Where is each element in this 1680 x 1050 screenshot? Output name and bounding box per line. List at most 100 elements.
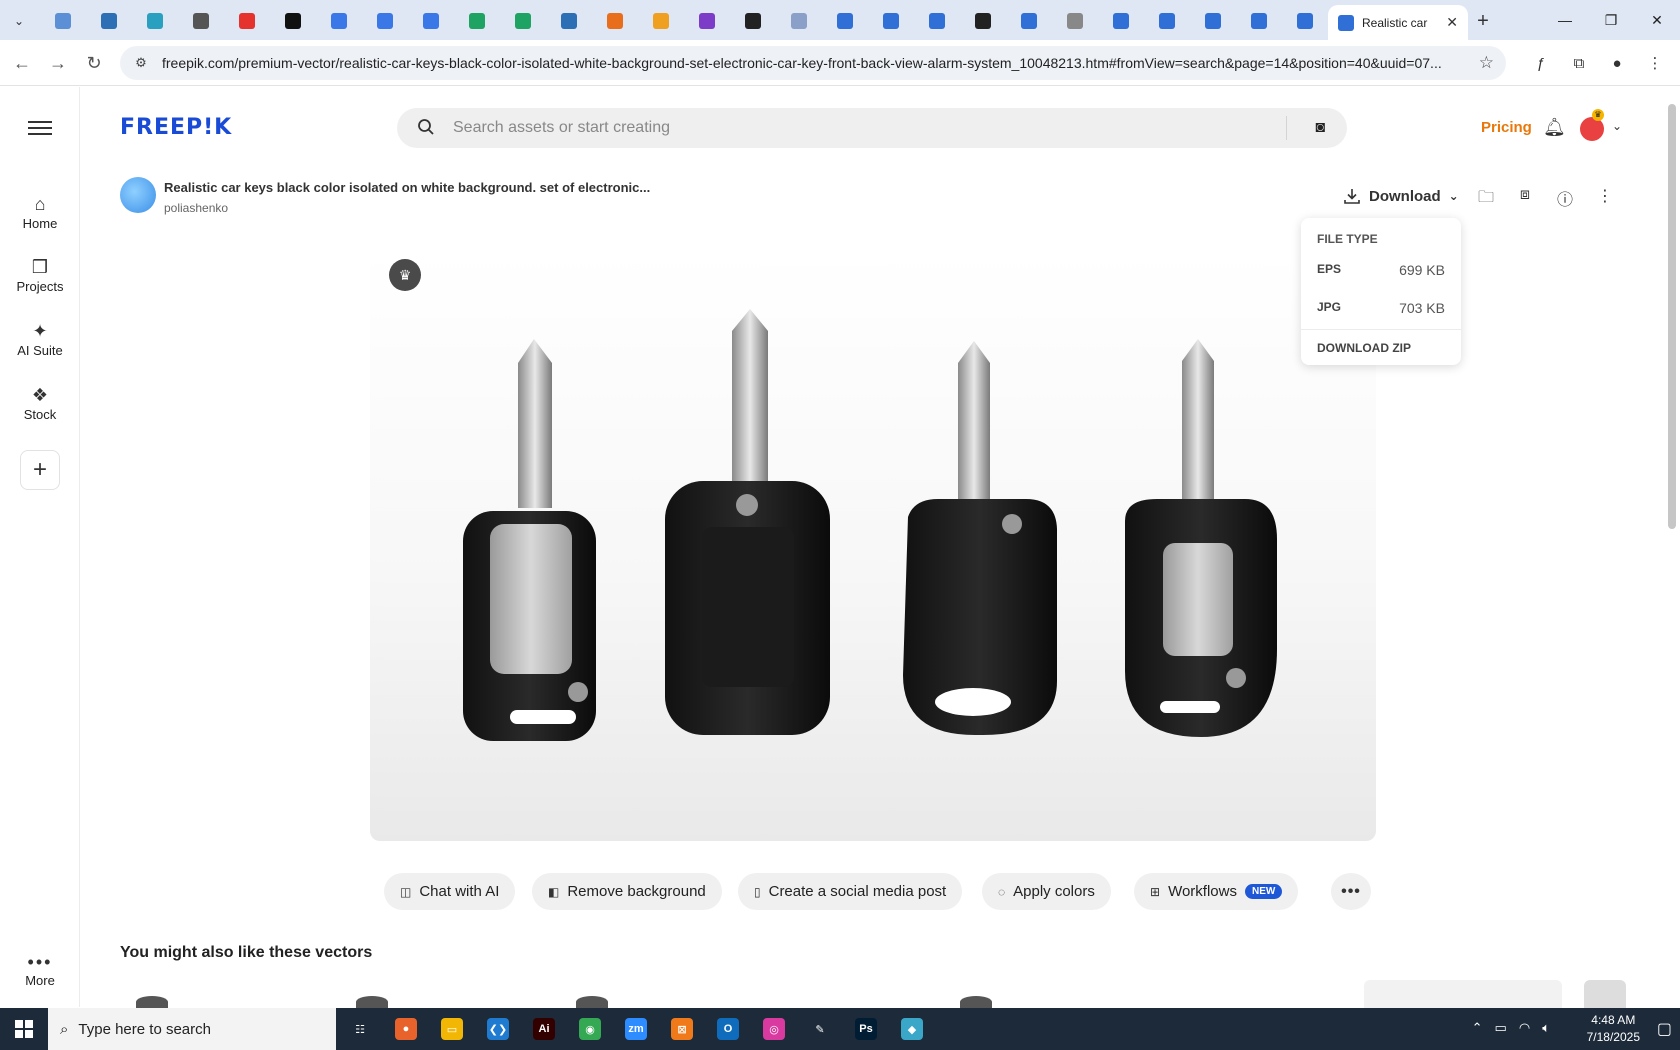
browser-tab[interactable] <box>776 5 822 37</box>
search-bar[interactable]: Search assets or start creating ◙ <box>397 108 1347 148</box>
add-button[interactable]: + <box>20 450 60 490</box>
browser-tab[interactable] <box>1144 5 1190 37</box>
close-tab-icon[interactable]: ✕ <box>1446 14 1458 31</box>
taskbar-app-xampp[interactable]: ⊠ <box>664 1012 700 1046</box>
browser-tab[interactable] <box>546 5 592 37</box>
browser-tab[interactable] <box>500 5 546 37</box>
browser-tab[interactable] <box>1006 5 1052 37</box>
search-input[interactable]: Search assets or start creating <box>453 119 670 137</box>
collection-icon[interactable]: ⧈ <box>1512 186 1538 208</box>
start-button[interactable] <box>0 1008 48 1050</box>
profile-icon[interactable]: ● <box>1602 49 1632 77</box>
taskbar-app-creative-cloud[interactable]: ◎ <box>756 1012 792 1046</box>
new-tab-button[interactable]: + <box>1468 5 1498 37</box>
bookmark-star-icon[interactable]: ☆ <box>1479 53 1494 73</box>
network-icon[interactable]: ▭ <box>1495 1020 1507 1036</box>
taskbar-app-outlook[interactable]: O <box>710 1012 746 1046</box>
minimize-icon[interactable]: — <box>1542 0 1588 40</box>
rail-item-ai-suite[interactable]: ✦ AI Suite <box>0 319 80 358</box>
rail-item-more[interactable]: ••• More <box>0 952 80 988</box>
taskbar-app-task-view[interactable]: ☷ <box>342 1012 378 1046</box>
browser-tab[interactable] <box>86 5 132 37</box>
download-eps-option[interactable]: EPS 699 KB <box>1317 262 1445 282</box>
asset-preview-image[interactable] <box>370 251 1376 841</box>
puzzle-icon[interactable]: ⧉ <box>1564 49 1594 77</box>
remove-background-button[interactable]: ◧ Remove background <box>532 873 722 910</box>
taskbar-app-zoom[interactable]: zm <box>618 1012 654 1046</box>
browser-tab[interactable] <box>868 5 914 37</box>
download-zip-option[interactable]: DOWNLOAD ZIP <box>1317 341 1411 355</box>
taskbar-app-pen-tool[interactable]: ✎ <box>802 1012 838 1046</box>
hamburger-menu-icon[interactable] <box>28 117 52 139</box>
download-button[interactable]: Download ⌄ <box>1343 187 1459 205</box>
rail-item-projects[interactable]: ❒ Projects <box>0 255 80 294</box>
clock[interactable]: 4:48 AM 7/18/2025 <box>1587 1012 1640 1046</box>
browser-tab[interactable] <box>1052 5 1098 37</box>
browser-tab[interactable] <box>638 5 684 37</box>
back-arrow-icon[interactable]: ← <box>8 49 36 77</box>
taskbar-app-app-diamond[interactable]: ◆ <box>894 1012 930 1046</box>
browser-tab[interactable] <box>592 5 638 37</box>
social-media-post-button[interactable]: ▯ Create a social media post <box>738 873 963 910</box>
bell-icon[interactable]: 🔔︎ <box>1543 117 1566 138</box>
browser-tab[interactable] <box>960 5 1006 37</box>
browser-tab[interactable] <box>1190 5 1236 37</box>
chat-with-ai-button[interactable]: ◫ Chat with AI <box>384 873 516 910</box>
browser-tab[interactable] <box>1282 5 1328 37</box>
user-avatar[interactable] <box>1580 117 1604 141</box>
taskbar-app-illustrator[interactable]: Ai <box>526 1012 562 1046</box>
camera-icon[interactable]: ◙ <box>1315 119 1325 137</box>
download-jpg-option[interactable]: JPG 703 KB <box>1317 300 1445 320</box>
more-actions-button[interactable]: ••• <box>1331 873 1371 910</box>
browser-tab[interactable] <box>1098 5 1144 37</box>
related-thumb[interactable] <box>1584 980 1626 1010</box>
reload-icon[interactable]: ↻ <box>80 49 108 77</box>
browser-tab[interactable] <box>132 5 178 37</box>
kebab-menu-icon[interactable]: ⋮ <box>1640 49 1670 77</box>
apply-colors-button[interactable]: ◌ Apply colors <box>982 873 1111 910</box>
browser-tab[interactable] <box>684 5 730 37</box>
pricing-link[interactable]: Pricing <box>1481 119 1532 136</box>
chevron-down-icon[interactable]: ⌄ <box>1612 119 1622 133</box>
taskbar-app-file-explorer[interactable]: ▭ <box>434 1012 470 1046</box>
browser-tab[interactable] <box>454 5 500 37</box>
freepik-logo[interactable]: FREEP!K <box>120 115 232 140</box>
close-window-icon[interactable]: ✕ <box>1634 0 1680 40</box>
author-name[interactable]: poliashenko <box>164 201 228 215</box>
site-info-icon[interactable]: ⚙ <box>132 54 150 72</box>
folder-add-icon[interactable]: 🗀︎ <box>1473 186 1499 208</box>
wifi-icon[interactable]: ◠ <box>1519 1020 1530 1036</box>
browser-tab[interactable] <box>914 5 960 37</box>
browser-tab[interactable] <box>270 5 316 37</box>
browser-tab[interactable] <box>316 5 362 37</box>
restore-icon[interactable]: ❐ <box>1588 0 1634 40</box>
rail-item-stock[interactable]: ❖ Stock <box>0 383 80 422</box>
taskbar-search-input[interactable]: Type here to search <box>78 1021 211 1038</box>
workflows-button[interactable]: ⊞ Workflows NEW <box>1134 873 1299 910</box>
browser-tab[interactable] <box>822 5 868 37</box>
taskbar-app-vscode[interactable]: ❮❯ <box>480 1012 516 1046</box>
author-avatar[interactable] <box>120 177 156 213</box>
forward-arrow-icon[interactable]: → <box>44 49 72 77</box>
browser-tab[interactable] <box>40 5 86 37</box>
chevron-up-icon[interactable]: ⌃ <box>1472 1020 1483 1036</box>
browser-tab[interactable] <box>224 5 270 37</box>
browser-tab[interactable] <box>178 5 224 37</box>
notification-icon[interactable]: ▢ <box>1657 1019 1672 1039</box>
taskbar-search[interactable]: ⌕ Type here to search <box>48 1008 336 1050</box>
taskbar-app-firefox[interactable]: ● <box>388 1012 424 1046</box>
active-browser-tab[interactable]: Realistic car ✕ <box>1328 5 1468 40</box>
related-thumb[interactable] <box>1364 980 1562 1010</box>
address-bar[interactable]: ⚙ freepik.com/premium-vector/realistic-c… <box>120 46 1506 80</box>
more-options-icon[interactable]: ⋮ <box>1592 186 1618 208</box>
volume-icon[interactable]: 🔈︎ <box>1542 1020 1550 1036</box>
browser-tab[interactable] <box>730 5 776 37</box>
browser-tab[interactable] <box>1236 5 1282 37</box>
info-icon[interactable]: ⓘ <box>1552 186 1578 209</box>
taskbar-app-photoshop[interactable]: Ps <box>848 1012 884 1046</box>
url-text[interactable]: freepik.com/premium-vector/realistic-car… <box>162 55 1472 71</box>
taskbar-app-chrome[interactable]: ◉ <box>572 1012 608 1046</box>
tab-search-button[interactable]: ⌄ <box>6 8 32 34</box>
rail-item-home[interactable]: ⌂ Home <box>0 192 80 231</box>
browser-tab[interactable] <box>362 5 408 37</box>
